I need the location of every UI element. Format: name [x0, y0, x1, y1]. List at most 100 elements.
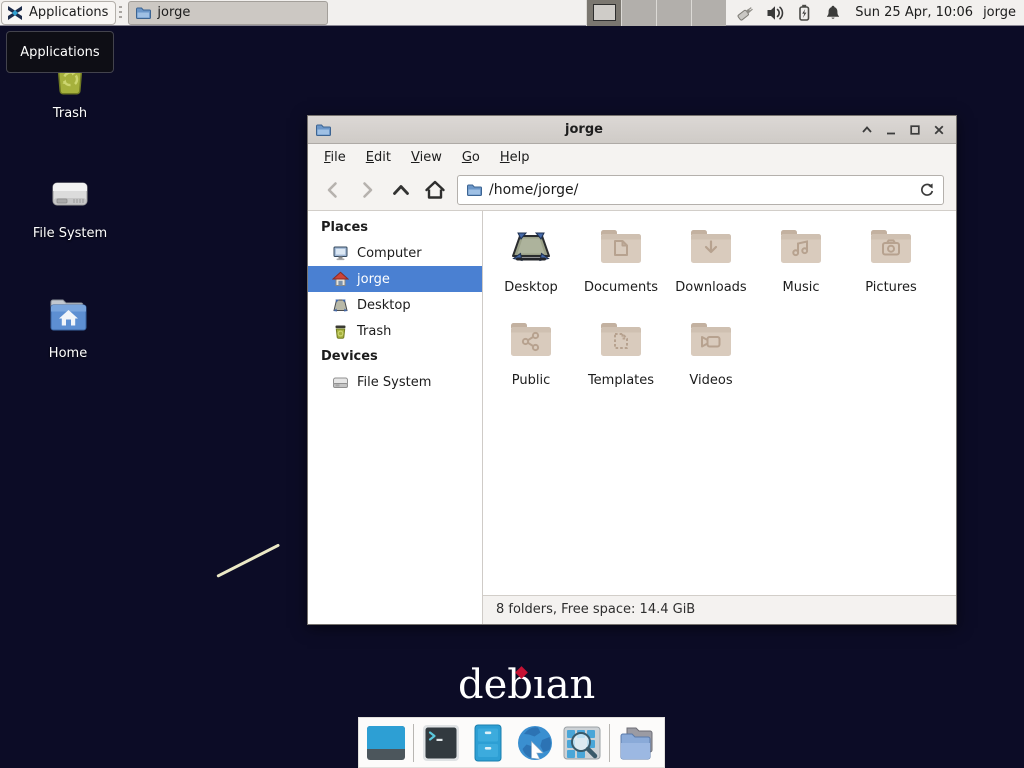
tooltip-text: Applications	[20, 45, 99, 60]
file-item-desktop[interactable]: Desktop	[491, 223, 571, 295]
file-item-videos[interactable]: Videos	[671, 316, 751, 388]
public-folder-icon	[507, 316, 555, 364]
debian-logo: debıan	[458, 662, 595, 709]
workspace-cell-1[interactable]	[586, 0, 621, 26]
workspace-cell-2[interactable]	[621, 0, 656, 26]
window-title: jorge	[308, 122, 860, 137]
file-label: Downloads	[675, 280, 746, 295]
sidebar-item-file-system[interactable]: File System	[308, 369, 482, 395]
desktop-icon-home[interactable]: Home	[18, 290, 118, 361]
sidebar-item-trash[interactable]: Trash	[308, 318, 482, 344]
path-bar	[457, 175, 944, 205]
desktop-icon-label: Home	[49, 346, 87, 361]
file-item-music[interactable]: Music	[761, 223, 841, 295]
applications-button[interactable]: Applications	[1, 1, 116, 25]
status-text: 8 folders, Free space: 14.4 GiB	[496, 602, 695, 617]
workspace-cell-4[interactable]	[691, 0, 726, 26]
volume-icon[interactable]	[765, 3, 785, 23]
file-view: Desktop	[483, 211, 956, 624]
downloads-folder-icon	[687, 223, 735, 271]
home-icon	[332, 271, 349, 288]
folder-icon	[135, 5, 151, 21]
file-label: Videos	[689, 373, 732, 388]
applications-tooltip: Applications	[6, 31, 114, 73]
templates-folder-icon	[597, 316, 645, 364]
network-icon[interactable]	[736, 3, 756, 23]
up-button[interactable]	[384, 175, 418, 205]
sidebar-header-devices: Devices	[308, 344, 482, 369]
window-minimize-button[interactable]	[883, 122, 899, 138]
hard-drive-icon	[46, 170, 94, 218]
file-item-templates[interactable]: Templates	[581, 316, 661, 388]
forward-button[interactable]	[350, 175, 384, 205]
status-bar: 8 folders, Free space: 14.4 GiB	[483, 595, 956, 624]
file-label: Public	[512, 373, 550, 388]
sidebar-item-jorge[interactable]: jorge	[308, 266, 482, 292]
dock-separator	[413, 724, 414, 762]
desktop-small-icon	[332, 297, 349, 314]
clock[interactable]: Sun 25 Apr, 10:06	[855, 5, 973, 20]
window-close-button[interactable]	[931, 122, 947, 138]
file-manager-button[interactable]	[468, 723, 508, 763]
menu-help[interactable]: Help	[490, 146, 540, 169]
sidebar-item-computer[interactable]: Computer	[308, 240, 482, 266]
file-item-public[interactable]: Public	[491, 316, 571, 388]
window-maximize-button[interactable]	[907, 122, 923, 138]
home-folder-icon	[43, 290, 93, 338]
desktop-icon-file-system[interactable]: File System	[20, 170, 120, 241]
dock	[358, 717, 665, 768]
bell-icon[interactable]	[823, 3, 843, 23]
app-finder-button[interactable]	[562, 723, 602, 763]
menu-view[interactable]: View	[401, 146, 452, 169]
file-item-pictures[interactable]: Pictures	[851, 223, 931, 295]
desktop-icon-label: Trash	[53, 106, 87, 121]
panel-handle[interactable]	[119, 6, 122, 20]
computer-icon	[332, 245, 349, 262]
back-button[interactable]	[316, 175, 350, 205]
reload-icon[interactable]	[919, 182, 935, 198]
file-grid: Desktop	[483, 211, 956, 388]
file-label: Documents	[584, 280, 658, 295]
sidebar-header-places: Places	[308, 215, 482, 240]
home-button[interactable]	[418, 175, 452, 205]
drive-small-icon	[332, 374, 349, 391]
pictures-folder-icon	[867, 223, 915, 271]
task-button-label: jorge	[157, 5, 190, 20]
documents-folder-icon	[597, 223, 645, 271]
file-item-documents[interactable]: Documents	[581, 223, 661, 295]
trash-small-icon	[332, 323, 349, 340]
web-browser-button[interactable]	[515, 723, 555, 763]
workspace-cell-3[interactable]	[656, 0, 691, 26]
show-desktop-button[interactable]	[366, 723, 406, 763]
menu-go[interactable]: Go	[452, 146, 490, 169]
videos-folder-icon	[687, 316, 735, 364]
terminal-button[interactable]	[421, 723, 461, 763]
directory-menu-button[interactable]	[617, 723, 657, 763]
file-item-downloads[interactable]: Downloads	[671, 223, 751, 295]
workspace-switcher	[586, 0, 726, 26]
file-label: Templates	[588, 373, 654, 388]
menu-edit[interactable]: Edit	[356, 146, 401, 169]
window-shade-button[interactable]	[859, 122, 875, 138]
path-folder-icon	[466, 182, 482, 198]
file-label: Music	[783, 280, 820, 295]
file-label: Desktop	[504, 280, 558, 295]
music-folder-icon	[777, 223, 825, 271]
top-panel: Applications jorge	[0, 0, 1024, 26]
sidebar: Places Computer	[308, 211, 483, 624]
desktop-icon-label: File System	[33, 226, 107, 241]
sidebar-item-desktop[interactable]: Desktop	[308, 292, 482, 318]
desktop: Applications jorge	[0, 0, 1024, 768]
panel-username[interactable]: jorge	[983, 5, 1016, 20]
desktop-folder-icon	[507, 223, 555, 271]
titlebar[interactable]: jorge	[308, 116, 956, 144]
menu-file[interactable]: File	[314, 146, 356, 169]
path-input[interactable]	[489, 182, 912, 198]
dock-separator	[609, 724, 610, 762]
window-controls	[859, 122, 956, 138]
battery-icon[interactable]	[794, 3, 814, 23]
file-manager-window: jorge File Edit View Go Help	[307, 115, 957, 625]
task-button[interactable]: jorge	[128, 1, 328, 25]
menubar: File Edit View Go Help	[308, 144, 956, 170]
system-tray	[736, 3, 843, 23]
